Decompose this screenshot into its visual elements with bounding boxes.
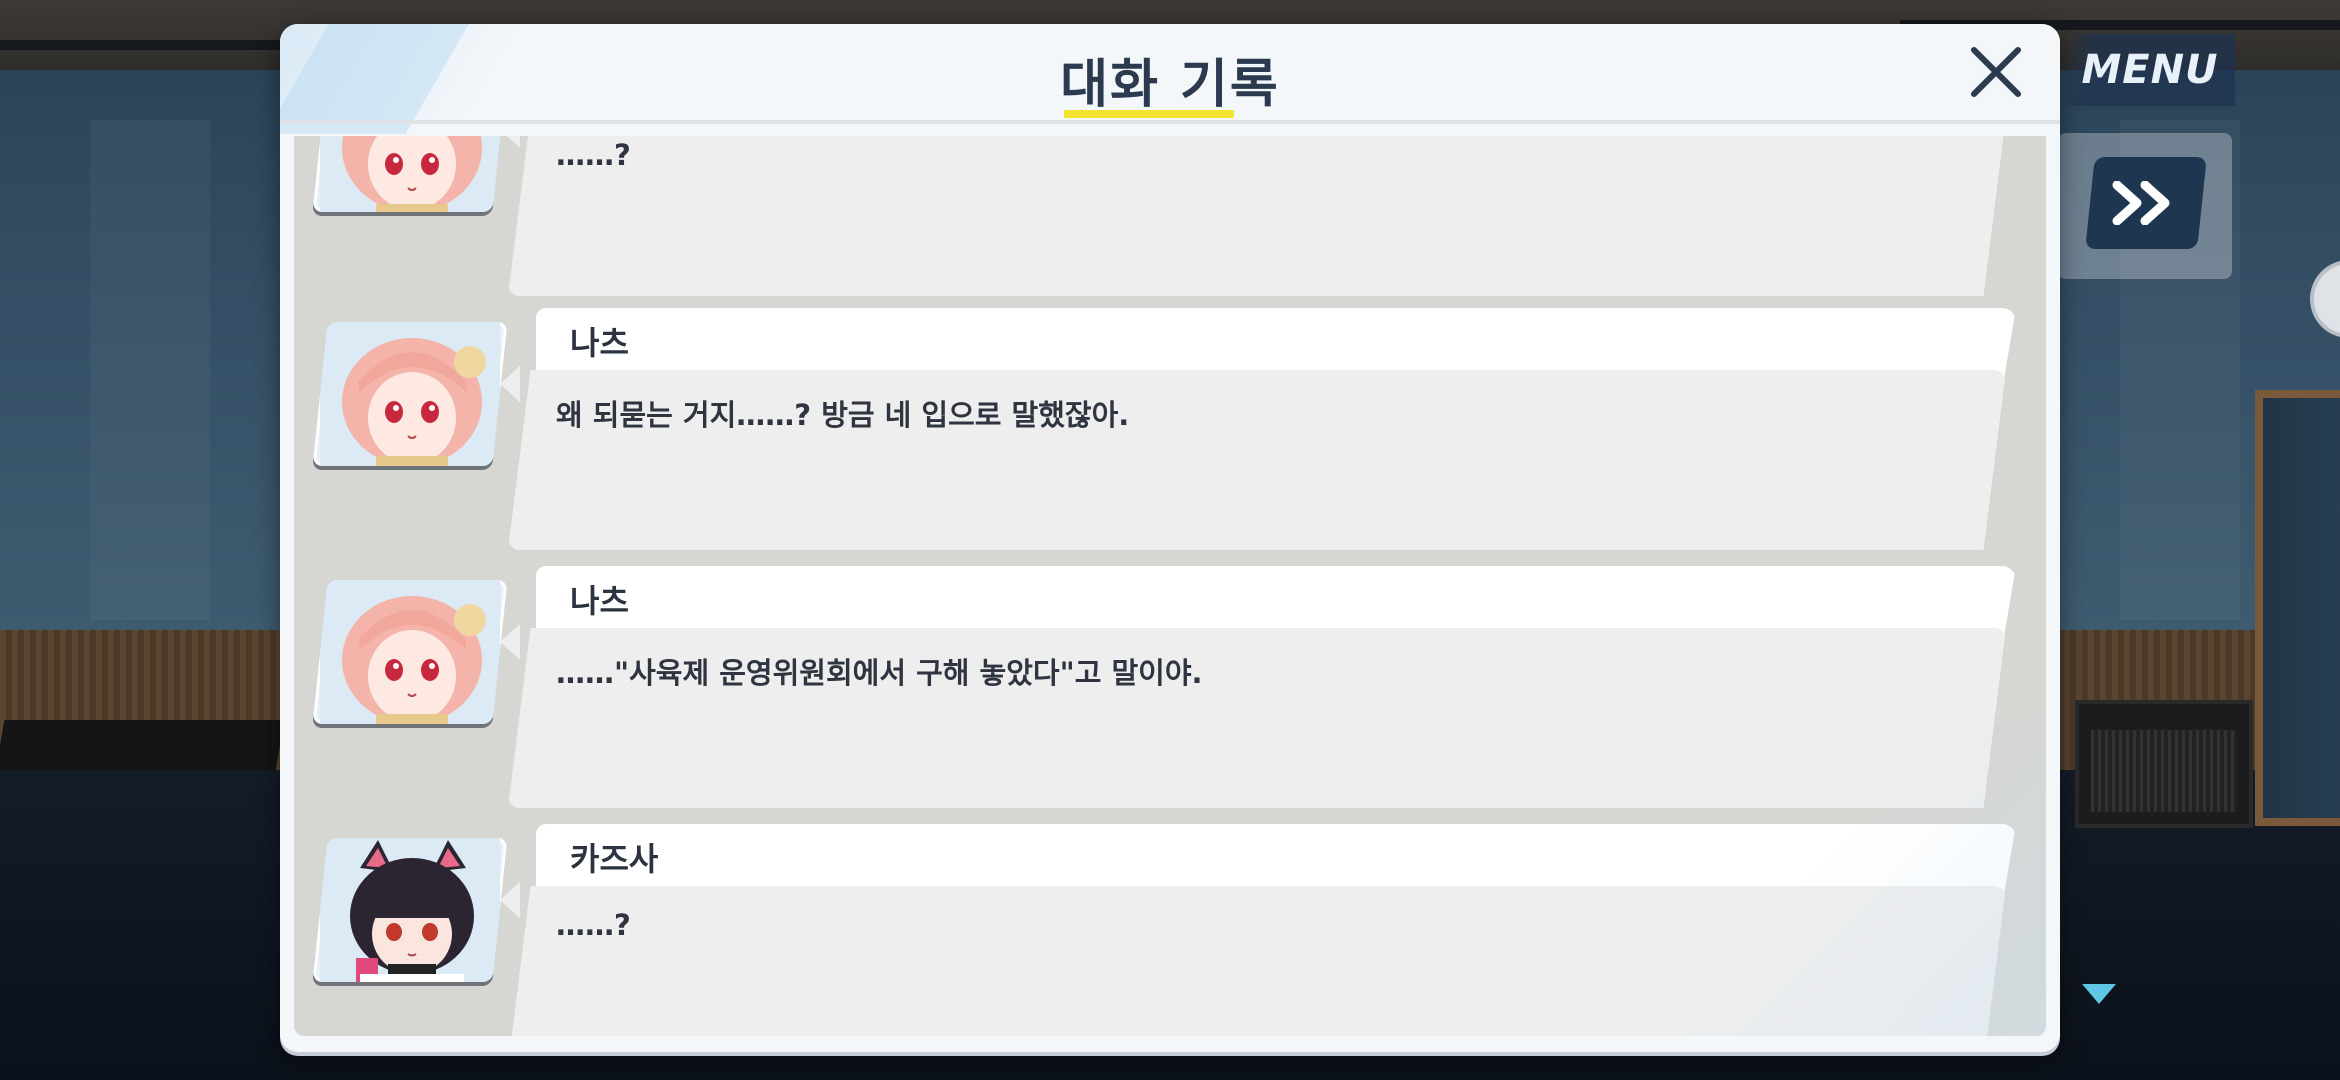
keyboard-instrument: [0, 720, 285, 770]
door: [2255, 390, 2340, 826]
portrait-pink-hair-girl: [320, 322, 500, 466]
message-box: 왜 되묻는 거지……? 방금 네 입으로 말했잖아.: [508, 370, 2006, 550]
close-icon: [1971, 47, 2021, 97]
log-entry: 나츠 ……"사육제 운영위원회에서 구해 놓았다"고 말이야.: [294, 566, 2046, 814]
message-text: ……?: [556, 908, 631, 942]
character-portrait: [312, 136, 508, 212]
bubble-pointer: [500, 136, 520, 148]
portrait-pink-hair-girl: [320, 136, 500, 212]
wall-panel: [90, 120, 210, 620]
speaker-name: 나츠: [570, 582, 629, 620]
bubble-pointer: [500, 624, 520, 660]
character-portrait: [312, 322, 508, 466]
character-portrait: [312, 580, 508, 724]
log-entry: ……?: [294, 136, 2046, 302]
log-entry: 나츠 왜 되묻는 거지……? 방금 네 입으로 말했잖아.: [294, 308, 2046, 556]
scroll-down-indicator-icon: [2082, 984, 2116, 1004]
dialog-header: 대화 기록: [280, 24, 2060, 134]
message-text: ……"사육제 운영위원회에서 구해 놓았다"고 말이야.: [556, 656, 1203, 690]
message-text: 왜 되묻는 거지……? 방금 네 입으로 말했잖아.: [556, 398, 1130, 432]
speaker-name-bar: 나츠: [536, 308, 2016, 378]
dialogue-log-window: 대화 기록 ……? 나츠 왜 되묻는 거지……? 방금 네 입으로 말했잖아. …: [280, 24, 2060, 1052]
speaker-name-bar: 카즈사: [536, 824, 2016, 894]
close-button[interactable]: [1966, 42, 2026, 102]
bubble-pointer: [500, 366, 520, 402]
log-scroll-area[interactable]: ……? 나츠 왜 되묻는 거지……? 방금 네 입으로 말했잖아. 나츠 ……"…: [294, 136, 2046, 1036]
portrait-black-hair-cat-ear-girl: [320, 838, 500, 982]
menu-button[interactable]: MENU: [2065, 34, 2235, 106]
bubble-pointer: [500, 882, 520, 918]
fast-forward-button[interactable]: [2085, 157, 2207, 249]
log-entry: 카즈사 ……?: [294, 824, 2046, 1036]
dialog-title: 대화 기록: [1060, 55, 1280, 115]
speaker-name-bar: 나츠: [536, 566, 2016, 636]
message-box: ……"사육제 운영위원회에서 구해 놓았다"고 말이야.: [508, 628, 2006, 808]
ceiling-rail: [0, 40, 300, 50]
header-divider: [280, 120, 2060, 124]
amplifier: [2075, 700, 2253, 828]
message-box: ……?: [508, 136, 2006, 296]
message-box: ……?: [508, 886, 2006, 1036]
message-text: ……?: [556, 138, 631, 172]
fast-forward-icon: [2112, 181, 2170, 225]
portrait-pink-hair-girl: [320, 580, 500, 724]
title-underline: [1064, 110, 1234, 118]
speaker-name: 나츠: [570, 324, 629, 362]
speaker-name: 카즈사: [570, 840, 659, 878]
character-portrait: [312, 838, 508, 982]
